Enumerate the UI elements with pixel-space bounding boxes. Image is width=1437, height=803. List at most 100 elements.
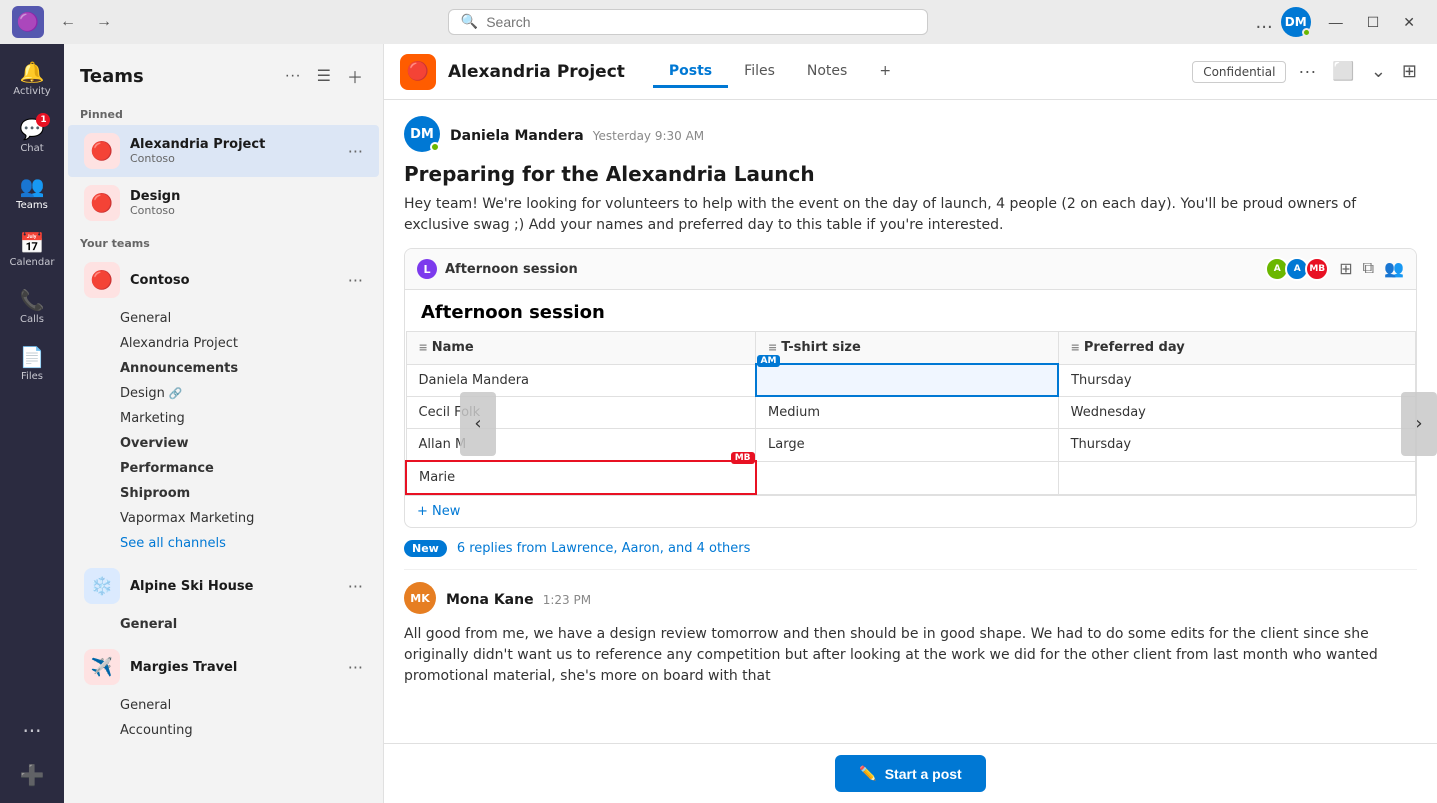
add-row-button[interactable]: + New — [405, 495, 1416, 527]
channel-margies-general[interactable]: General — [68, 693, 379, 718]
nav-item-calendar[interactable]: 📅 Calendar — [4, 223, 60, 276]
loop-share-button[interactable]: 👥 — [1384, 259, 1404, 279]
cell-name-3[interactable]: Allan M — [406, 429, 756, 462]
team-avatar-alexandria: 🔴 — [84, 133, 120, 169]
sidebar-add-button[interactable]: ＋ — [343, 60, 367, 92]
sidebar-header: Teams ··· ☰ ＋ — [64, 44, 383, 100]
team-more-button-alexandria[interactable]: ··· — [348, 142, 363, 161]
nav-item-activity[interactable]: 🔔 Activity — [4, 52, 60, 105]
team-avatar-alpine: ❄️ — [84, 568, 120, 604]
cell-day-4[interactable] — [1058, 461, 1415, 494]
search-input[interactable] — [486, 14, 915, 30]
nav-item-files[interactable]: 📄 Files — [4, 337, 60, 390]
loop-icon: L — [417, 259, 437, 279]
user-avatar[interactable]: DM — [1281, 7, 1311, 37]
apps-button[interactable]: ➕ — [12, 755, 53, 795]
channel-layout-button[interactable]: ⊞ — [1398, 57, 1421, 86]
app-body: 🔔 Activity 💬 1 Chat 👥 Teams 📅 Calendar 📞… — [0, 44, 1437, 803]
reply-body: All good from me, we have a design revie… — [404, 624, 1417, 687]
team-item-design[interactable]: 🔴 Design Contoso — [68, 177, 379, 229]
team-item-contoso[interactable]: 🔴 Contoso ··· — [68, 254, 379, 306]
nav-chevron-right[interactable]: › — [1401, 392, 1437, 456]
channel-overview[interactable]: Overview — [68, 431, 379, 456]
confidential-badge[interactable]: Confidential — [1192, 61, 1286, 83]
loop-title: Afternoon session — [445, 262, 578, 277]
channel-vapormax[interactable]: Vapormax Marketing — [68, 506, 379, 531]
team-item-alexandria[interactable]: 🔴 Alexandria Project Contoso ··· — [68, 125, 379, 177]
cell-name-2[interactable]: Cecil Folk — [406, 396, 756, 429]
calendar-icon: 📅 — [20, 231, 45, 255]
sidebar-filter-button[interactable]: ☰ — [313, 60, 335, 92]
online-indicator — [1302, 28, 1311, 37]
channel-announcements[interactable]: Announcements — [68, 356, 379, 381]
channel-shiproom[interactable]: Shiproom — [68, 481, 379, 506]
team-item-alpine[interactable]: ❄️ Alpine Ski House ··· — [68, 560, 379, 612]
sidebar-options-button[interactable]: ··· — [281, 60, 305, 92]
team-info-design: Design Contoso — [130, 189, 363, 217]
cell-day-2[interactable]: Wednesday — [1058, 396, 1415, 429]
team-more-button-alpine[interactable]: ··· — [348, 577, 363, 596]
nav-item-calls[interactable]: 📞 Calls — [4, 280, 60, 333]
nav-chevron-left[interactable]: ‹ — [460, 392, 496, 456]
cell-tshirt-3[interactable]: Large — [756, 429, 1059, 462]
close-button[interactable]: ✕ — [1393, 10, 1425, 35]
channel-marketing[interactable]: Marketing — [68, 406, 379, 431]
start-post-button[interactable]: ✏️ Start a post — [835, 755, 985, 792]
table-row: Allan M Large Thursday — [406, 429, 1416, 462]
channel-alpine-general[interactable]: General — [68, 612, 379, 637]
channel-design[interactable]: Design 🔗 — [68, 381, 379, 406]
nav-buttons: ← → — [52, 9, 120, 35]
app-logo: 🟣 — [12, 6, 44, 38]
nav-back-button[interactable]: ← — [52, 9, 84, 35]
nav-item-teams[interactable]: 👥 Teams — [4, 166, 60, 219]
cell-tshirt-4[interactable] — [756, 461, 1059, 494]
chat-badge: 1 — [36, 113, 50, 127]
title-bar-left: 🟣 ← → — [12, 6, 120, 38]
team-name-design: Design — [130, 189, 363, 204]
loop-copy-button[interactable]: ⧉ — [1363, 260, 1374, 278]
cell-day-3[interactable]: Thursday — [1058, 429, 1415, 462]
am-cursor: AM — [757, 355, 781, 367]
tab-add[interactable]: + — [863, 57, 907, 88]
cell-tshirt-2[interactable]: Medium — [756, 396, 1059, 429]
cell-tshirt-1[interactable]: AM — [756, 364, 1059, 396]
channel-name: Alexandria Project — [448, 62, 625, 82]
replies-link[interactable]: 6 replies from Lawrence, Aaron, and 4 ot… — [457, 541, 751, 556]
loop-header-right: A A MB ⊞ ⧉ 👥 — [1265, 257, 1404, 281]
team-name-contoso: Contoso — [130, 273, 338, 288]
search-bar[interactable]: 🔍 — [448, 9, 928, 35]
channel-alexandria-project[interactable]: Alexandria Project — [68, 331, 379, 356]
team-more-button-margies[interactable]: ··· — [348, 658, 363, 677]
post-avatar: DM — [404, 116, 440, 152]
see-all-channels-link[interactable]: See all channels — [68, 531, 379, 556]
tab-posts[interactable]: Posts — [653, 57, 728, 88]
post-header: DM Daniela Mandera Yesterday 9:30 AM — [404, 116, 1417, 152]
minimize-button[interactable]: — — [1319, 10, 1353, 35]
channel-tabs: Posts Files Notes + — [653, 57, 907, 87]
nav-item-chat[interactable]: 💬 1 Chat — [4, 109, 60, 162]
cell-name-1[interactable]: Daniela Mandera — [406, 364, 756, 396]
channel-expand-button[interactable]: ⬜ — [1328, 57, 1358, 86]
more-nav-button[interactable]: ··· — [14, 711, 49, 751]
more-options-button[interactable]: ... — [1256, 12, 1273, 33]
team-org-alexandria: Contoso — [130, 152, 338, 165]
team-info-margies: Margies Travel — [130, 660, 338, 675]
team-item-margies[interactable]: ✈️ Margies Travel ··· — [68, 641, 379, 693]
mb-cursor: MB — [731, 452, 755, 464]
team-avatar-contoso: 🔴 — [84, 262, 120, 298]
tab-files[interactable]: Files — [728, 57, 791, 88]
channel-general[interactable]: General — [68, 306, 379, 331]
tab-notes[interactable]: Notes — [791, 57, 863, 88]
channel-margies-accounting[interactable]: Accounting — [68, 718, 379, 743]
cell-name-4[interactable]: MB Marie — [406, 461, 756, 494]
channel-chevron-button[interactable]: ⌄ — [1367, 57, 1390, 86]
channel-more-button[interactable]: ··· — [1294, 57, 1320, 86]
channel-performance[interactable]: Performance — [68, 456, 379, 481]
maximize-button[interactable]: ☐ — [1357, 10, 1390, 35]
cell-day-1[interactable]: Thursday — [1058, 364, 1415, 396]
nav-forward-button[interactable]: → — [88, 9, 120, 35]
reply-author-name: Mona Kane — [446, 592, 534, 608]
team-more-button-contoso[interactable]: ··· — [348, 271, 363, 290]
loop-grid-button[interactable]: ⊞ — [1339, 259, 1352, 279]
chat-icon: 💬 1 — [20, 117, 45, 141]
